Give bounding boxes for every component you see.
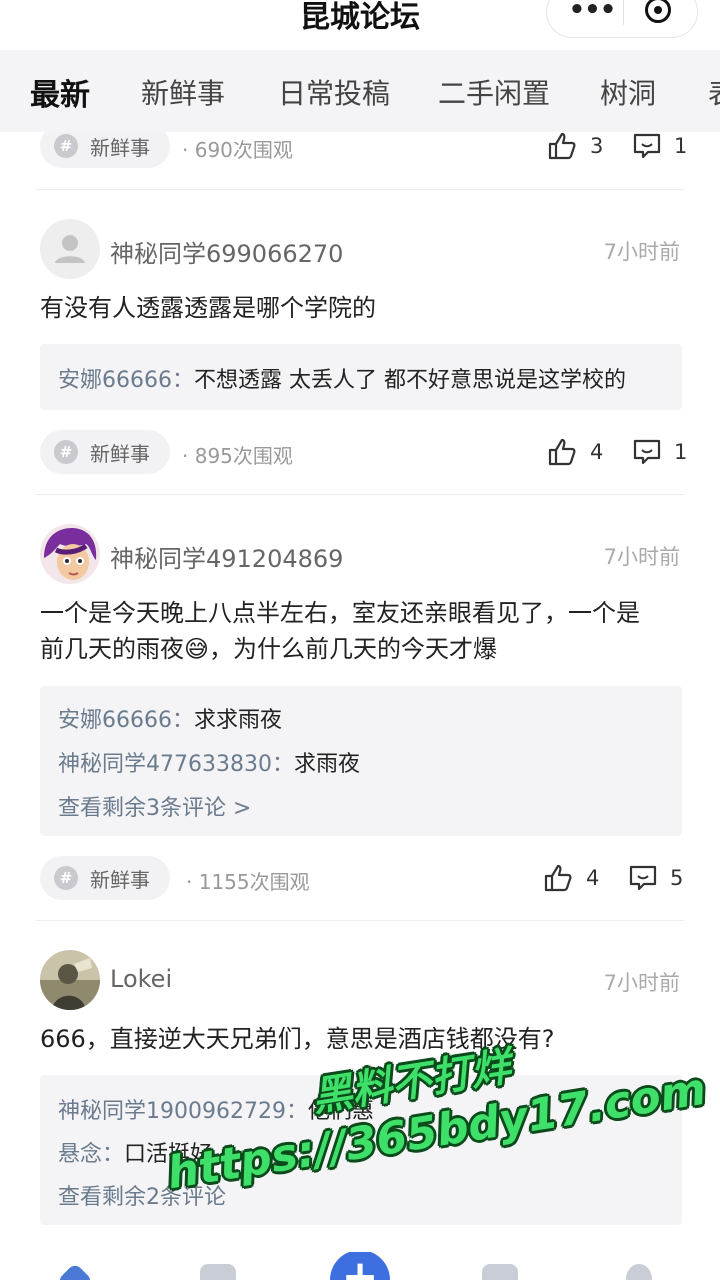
post-divider <box>36 920 684 921</box>
tab-second-hand[interactable]: 二手闲置 <box>438 72 550 112</box>
view-count: · 895次围观 <box>182 444 293 468</box>
post-divider <box>36 189 684 190</box>
comment-text: 求雨夜 <box>293 752 360 777</box>
post-content-line: 前几天的雨夜😅，为什么前几天的今天才爆 <box>40 635 498 663</box>
topic-tag-label: 新鲜事 <box>90 867 150 892</box>
topic-tag-label: 新鲜事 <box>90 441 150 466</box>
photo-avatar-icon <box>40 950 100 1010</box>
comment-icon <box>629 865 657 891</box>
post-meta-row: # 新鲜事 · 895次围观 4 1 <box>0 430 720 478</box>
post-time: 7小时前 <box>603 240 680 264</box>
post-content-line: 一个是今天晚上八点半左右，室友还亲眼看见了，一个是 <box>40 599 640 627</box>
view-count: · 690次围观 <box>182 138 293 162</box>
comment-text: 求求雨夜 <box>194 708 283 733</box>
profile-icon[interactable] <box>626 1264 652 1280</box>
default-user-icon <box>55 235 85 263</box>
comment-preview[interactable]: 安娜66666：不想透露 太丢人了 都不好意思说是这学校的 <box>40 344 682 410</box>
username[interactable]: Lokei <box>110 965 172 993</box>
thumbs-up-icon <box>544 864 572 892</box>
comment-button[interactable]: 1 <box>632 132 687 164</box>
post-content[interactable]: 有没有人透露透露是哪个学院的 <box>40 290 690 326</box>
tab-daily-submission[interactable]: 日常投稿 <box>278 72 390 112</box>
hash-icon: # <box>54 866 78 890</box>
mini-program-capsule: ••• <box>546 0 698 38</box>
like-count: 4 <box>586 866 600 890</box>
avatar[interactable] <box>40 219 100 279</box>
hash-icon: # <box>54 440 78 464</box>
view-count: · 1155次围观 <box>186 870 310 894</box>
username[interactable]: 神秘同学491204869 <box>110 539 343 574</box>
comment-icon <box>633 439 661 465</box>
cartoon-avatar-icon <box>40 524 100 584</box>
like-button[interactable]: 4 <box>546 434 603 470</box>
comment-text: 不想透露 太丢人了 都不好意思说是这学校的 <box>194 368 626 393</box>
home-icon[interactable] <box>56 1262 94 1280</box>
topic-tag[interactable]: # 新鲜事 <box>40 132 170 168</box>
close-target-icon[interactable] <box>645 0 671 23</box>
comment-user: 安娜66666： <box>58 368 194 393</box>
message-icon[interactable] <box>482 1264 518 1280</box>
post-meta-row: # 新鲜事 · 1155次围观 4 5 <box>0 856 720 904</box>
comment-count: 5 <box>670 866 684 890</box>
bottom-nav: + <box>0 1252 720 1280</box>
post-time: 7小时前 <box>603 545 680 569</box>
like-button[interactable]: 3 <box>546 132 603 164</box>
thumbs-up-icon <box>548 132 576 160</box>
comment-user: 悬念： <box>58 1142 125 1167</box>
more-menu-icon[interactable]: ••• <box>567 0 617 37</box>
tab-fresh-news[interactable]: 新鲜事 <box>141 72 225 112</box>
comment-count: 1 <box>674 134 688 158</box>
post-content[interactable]: 一个是今天晚上八点半左右，室友还亲眼看见了，一个是 前几天的雨夜😅，为什么前几天… <box>40 595 690 667</box>
thumbs-up-icon <box>548 438 576 466</box>
comment-preview[interactable]: 安娜66666：求求雨夜 神秘同学477633830：求雨夜 查看剩余3条评论 … <box>40 686 682 836</box>
avatar[interactable] <box>40 950 100 1010</box>
post-meta-row: # 新鲜事 · 690次围观 3 1 <box>0 132 720 172</box>
avatar[interactable] <box>40 524 100 584</box>
title-bar: 昆城论坛 ••• <box>0 0 720 50</box>
tab-partial[interactable]: 表 <box>708 72 720 112</box>
post-divider <box>36 494 684 495</box>
topic-tag[interactable]: # 新鲜事 <box>40 430 170 474</box>
add-post-button[interactable]: + <box>330 1252 390 1280</box>
comment-button[interactable]: 5 <box>628 860 683 896</box>
username[interactable]: 神秘同学699066270 <box>110 234 343 269</box>
comment-item: 安娜66666：不想透露 太丢人了 都不好意思说是这学校的 <box>58 362 626 394</box>
view-more-comments-link[interactable]: 查看剩余3条评论 > <box>58 790 251 822</box>
tab-tree-hole[interactable]: 树洞 <box>600 72 656 112</box>
comment-user: 神秘同学477633830： <box>58 752 294 777</box>
topic-tag[interactable]: # 新鲜事 <box>40 856 170 900</box>
hash-icon: # <box>54 134 78 158</box>
like-count: 4 <box>590 440 604 464</box>
discover-icon[interactable] <box>200 1264 236 1280</box>
comment-count: 1 <box>674 440 688 464</box>
comment-item: 神秘同学477633830：求雨夜 <box>58 746 360 778</box>
comment-button[interactable]: 1 <box>632 434 687 470</box>
tab-latest[interactable]: 最新 <box>30 70 90 114</box>
category-tabs: 最新 新鲜事 日常投稿 二手闲置 树洞 表 <box>0 50 720 132</box>
comment-icon <box>633 133 661 159</box>
comment-item: 安娜66666：求求雨夜 <box>58 702 282 734</box>
topic-tag-label: 新鲜事 <box>90 135 150 160</box>
like-count: 3 <box>590 134 604 158</box>
like-button[interactable]: 4 <box>542 860 599 896</box>
comment-user: 安娜66666： <box>58 708 194 733</box>
capsule-divider <box>623 0 624 25</box>
